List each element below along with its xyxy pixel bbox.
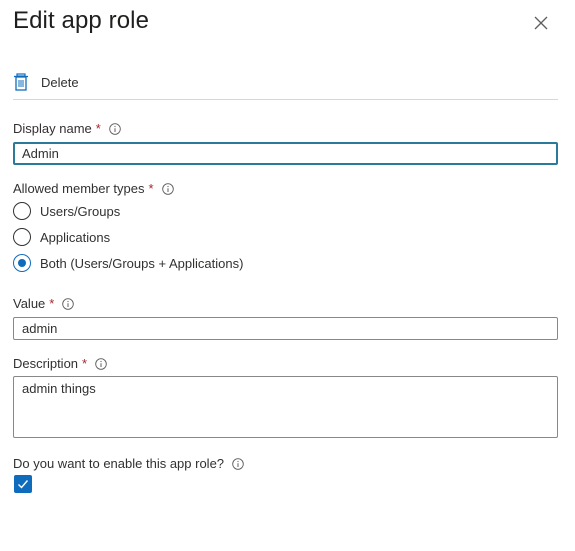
member-types-label: Allowed member types *: [13, 181, 174, 196]
close-icon: [534, 16, 548, 30]
member-types-label-text: Allowed member types: [13, 181, 145, 196]
delete-button[interactable]: Delete: [13, 70, 79, 94]
info-icon[interactable]: [109, 122, 121, 135]
required-asterisk: *: [148, 181, 154, 196]
checkmark-icon: [18, 480, 29, 489]
radio-applications[interactable]: Applications: [13, 228, 110, 246]
radio-circle[interactable]: [13, 202, 31, 220]
radio-users-groups[interactable]: Users/Groups: [13, 202, 120, 220]
info-icon[interactable]: [95, 357, 107, 370]
close-button[interactable]: [530, 12, 552, 34]
panel-title: Edit app role: [13, 7, 150, 34]
description-textarea[interactable]: admin things: [13, 376, 558, 438]
info-icon[interactable]: [161, 182, 174, 195]
required-asterisk: *: [82, 356, 88, 371]
value-label-text: Value: [13, 296, 46, 311]
radio-label: Users/Groups: [40, 203, 121, 219]
delete-label: Delete: [41, 74, 79, 90]
radio-label: Both (Users/Groups + Applications): [40, 255, 244, 271]
required-asterisk: *: [49, 296, 55, 311]
radio-both[interactable]: Both (Users/Groups + Applications): [13, 254, 243, 272]
display-name-label: Display name *: [13, 121, 121, 136]
description-label-text: Description: [13, 356, 79, 371]
radio-circle[interactable]: [13, 228, 31, 246]
enable-checkbox[interactable]: [14, 475, 32, 493]
required-asterisk: *: [95, 121, 101, 136]
description-label: Description *: [13, 356, 107, 371]
toolbar-divider: [13, 99, 558, 100]
radio-label: Applications: [40, 229, 111, 245]
value-value: admin: [22, 321, 58, 336]
radio-circle-selected[interactable]: [13, 254, 31, 272]
display-name-input[interactable]: Admin: [13, 142, 558, 165]
value-input[interactable]: admin: [13, 317, 558, 340]
description-value: admin things: [22, 381, 96, 396]
info-icon[interactable]: [62, 297, 75, 310]
display-name-value: Admin: [22, 146, 59, 161]
enable-label-text: Do you want to enable this app role?: [13, 456, 225, 471]
value-label: Value *: [13, 296, 75, 311]
info-icon[interactable]: [232, 457, 244, 470]
trash-icon: [14, 73, 28, 91]
display-name-label-text: Display name: [13, 121, 92, 136]
enable-label: Do you want to enable this app role?: [13, 456, 244, 471]
